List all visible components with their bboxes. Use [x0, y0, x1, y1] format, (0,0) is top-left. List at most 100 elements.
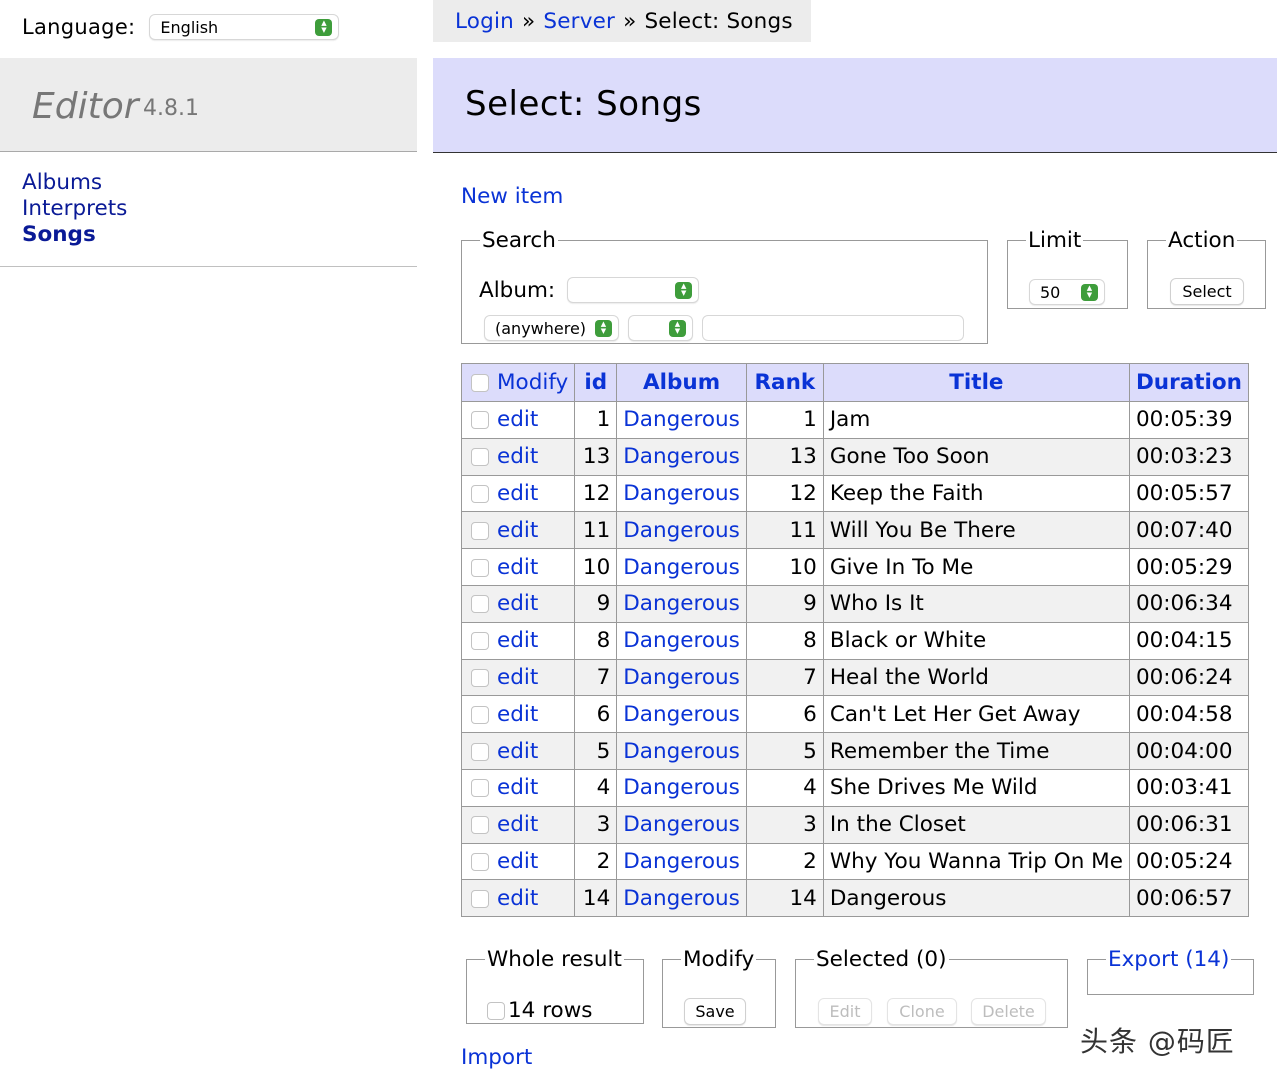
edit-link[interactable]: edit [497, 407, 538, 432]
cell-duration: 00:05:57 [1128, 474, 1249, 513]
album-link[interactable]: Dangerous [623, 812, 740, 837]
action-legend: Action [1168, 228, 1236, 253]
page-header: Select: Songs [433, 58, 1277, 153]
table-row: edit 13 Dangerous 13 Gone Too Soon 00:03:23 [460, 437, 1249, 476]
header-title-link[interactable]: Title [949, 370, 1003, 395]
results-table-wrap: Modify id Album Rank Title Duration edit… [460, 363, 1249, 918]
breadcrumb-server[interactable]: Server [543, 9, 615, 34]
cell-rank: 10 [745, 548, 824, 586]
table-row: edit 14 Dangerous 14 Dangerous 00:06:57 [460, 879, 1249, 918]
row-checkbox[interactable] [471, 889, 489, 908]
cell-id: 2 [574, 842, 618, 881]
edit-link[interactable]: edit [497, 886, 538, 911]
album-link[interactable]: Dangerous [623, 775, 740, 800]
row-checkbox[interactable] [471, 668, 489, 687]
breadcrumb-login[interactable]: Login [455, 9, 514, 34]
album-link[interactable]: Dangerous [623, 407, 740, 432]
album-filter-select[interactable]: ▲ ▼ [567, 277, 700, 303]
edit-link[interactable]: edit [497, 812, 538, 837]
app-name: Editor [32, 86, 139, 127]
row-checkbox[interactable] [471, 742, 489, 761]
row-checkbox[interactable] [471, 632, 489, 651]
album-link[interactable]: Dangerous [623, 739, 740, 764]
row-checkbox[interactable] [471, 411, 489, 430]
header-modify-link[interactable]: Modify [497, 370, 568, 395]
header-id-link[interactable]: id [584, 370, 607, 395]
language-select[interactable]: English ▲ ▼ [149, 14, 340, 40]
whole-result-fieldset: Whole result 14 rows [466, 947, 644, 1024]
table-row: edit 12 Dangerous 12 Keep the Faith 00:05:57 [460, 474, 1249, 513]
search-fieldset: Search Album: ▲ ▼ (anywhere) ▲ ▼ ▲ ▼ [461, 228, 988, 344]
search-text-input[interactable] [702, 315, 964, 341]
cell-rank: 2 [745, 842, 824, 881]
language-selector-row: Language: English ▲ ▼ [22, 10, 340, 44]
cell-modify: edit [460, 842, 576, 881]
edit-link[interactable]: edit [497, 849, 538, 874]
row-checkbox[interactable] [471, 558, 489, 577]
select-all-checkbox[interactable] [471, 374, 489, 392]
row-checkbox[interactable] [471, 448, 489, 467]
edit-link[interactable]: edit [497, 775, 538, 800]
album-link[interactable]: Dangerous [623, 481, 740, 506]
menu-item-interprets[interactable]: Interprets [22, 196, 127, 222]
edit-link[interactable]: edit [497, 555, 538, 580]
row-checkbox[interactable] [471, 705, 489, 724]
edit-link[interactable]: edit [497, 591, 538, 616]
import-link[interactable]: Import [461, 1045, 532, 1070]
cell-title: Heal the World [822, 658, 1130, 697]
album-link[interactable]: Dangerous [623, 702, 740, 727]
edit-link[interactable]: edit [497, 739, 538, 764]
menu-item-albums[interactable]: Albums [22, 170, 127, 196]
row-checkbox[interactable] [471, 852, 489, 871]
select-stepper-icon: ▲ ▼ [1081, 283, 1098, 301]
header-rank-link[interactable]: Rank [755, 370, 816, 395]
edit-link[interactable]: edit [497, 665, 538, 690]
table-row: edit 9 Dangerous 9 Who Is It 00:06:34 [460, 584, 1249, 623]
search-condition-row: (anywhere) ▲ ▼ ▲ ▼ [484, 315, 964, 341]
whole-result-checkbox[interactable] [487, 1001, 505, 1020]
edit-selected-button[interactable]: Edit [818, 998, 872, 1025]
edit-link[interactable]: edit [497, 702, 538, 727]
cell-duration: 00:04:15 [1128, 621, 1249, 660]
clone-selected-button[interactable]: Clone [887, 998, 957, 1025]
album-link[interactable]: Dangerous [623, 591, 740, 616]
cell-rank: 1 [745, 401, 824, 439]
album-link[interactable]: Dangerous [623, 444, 740, 469]
selected-legend: Selected (0) [816, 947, 947, 972]
album-link[interactable]: Dangerous [623, 628, 740, 653]
row-checkbox[interactable] [471, 816, 489, 835]
header-album-link[interactable]: Album [643, 370, 720, 395]
edit-link[interactable]: edit [497, 628, 538, 653]
select-button[interactable]: Select [1170, 278, 1244, 305]
edit-link[interactable]: edit [497, 481, 538, 506]
search-column-select[interactable]: (anywhere) ▲ ▼ [484, 315, 619, 341]
watermark: 头条 @码匠 [1080, 1025, 1235, 1058]
search-operator-select[interactable]: ▲ ▼ [628, 315, 693, 341]
album-link[interactable]: Dangerous [623, 886, 740, 911]
edit-link[interactable]: edit [497, 444, 538, 469]
cell-duration: 00:06:24 [1128, 658, 1249, 697]
row-checkbox[interactable] [471, 595, 489, 614]
cell-title: Remember the Time [822, 732, 1130, 770]
menu-item-songs[interactable]: Songs [22, 222, 127, 248]
cell-id: 5 [574, 732, 618, 770]
row-checkbox[interactable] [471, 484, 489, 503]
row-checkbox[interactable] [471, 521, 489, 540]
cell-id: 1 [574, 401, 618, 439]
cell-id: 7 [574, 658, 618, 697]
save-button[interactable]: Save [684, 998, 746, 1025]
album-link[interactable]: Dangerous [623, 518, 740, 543]
table-row: edit 8 Dangerous 8 Black or White 00:04:15 [460, 621, 1249, 660]
export-link[interactable]: Export (14) [1108, 947, 1229, 972]
limit-select[interactable]: 50 ▲ ▼ [1029, 279, 1105, 305]
cell-modify: edit [460, 621, 576, 660]
header-duration-link[interactable]: Duration [1136, 370, 1242, 395]
row-checkbox[interactable] [471, 779, 489, 798]
album-link[interactable]: Dangerous [623, 849, 740, 874]
edit-link[interactable]: edit [497, 518, 538, 543]
delete-selected-button[interactable]: Delete [971, 998, 1046, 1025]
new-item-link[interactable]: New item [461, 184, 563, 209]
album-link[interactable]: Dangerous [623, 665, 740, 690]
header-id: id [574, 363, 618, 402]
album-link[interactable]: Dangerous [623, 555, 740, 580]
